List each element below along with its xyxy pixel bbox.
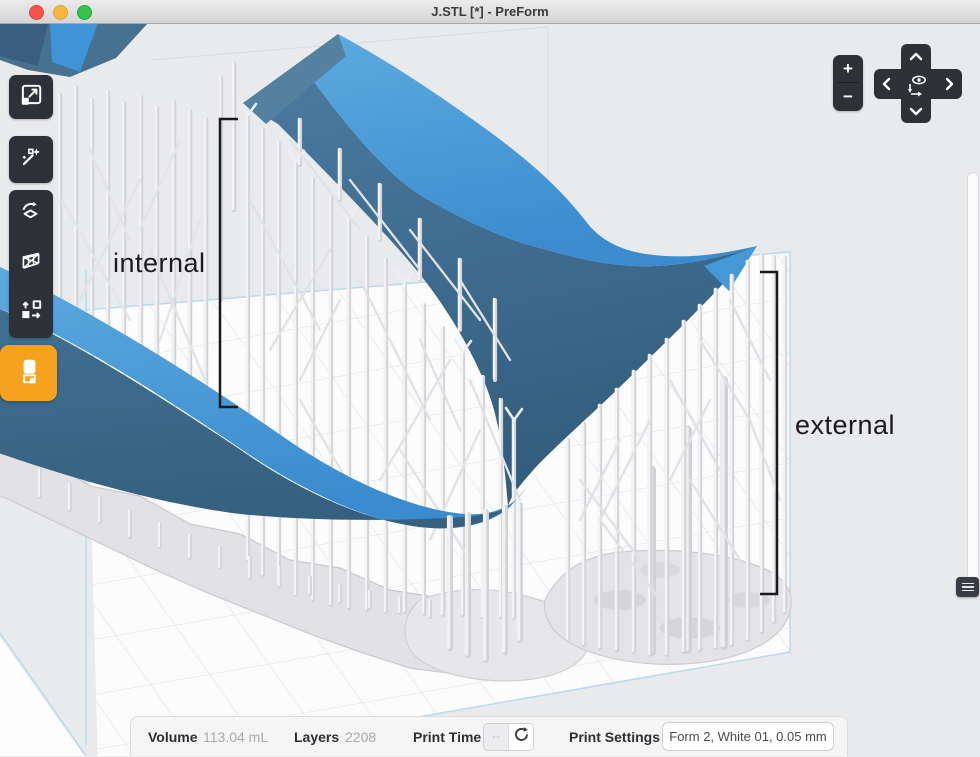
size-scale-tool-button[interactable] bbox=[9, 75, 53, 119]
zoom-out-button[interactable]: − bbox=[833, 83, 863, 110]
rotate-icon bbox=[18, 199, 44, 230]
one-click-print-tool-button[interactable] bbox=[9, 136, 53, 183]
zoom-in-button[interactable]: + bbox=[833, 55, 863, 82]
status-bar: Volume 113.04 mL Layers 2208 Print Time … bbox=[130, 716, 848, 756]
volume-label: Volume bbox=[148, 717, 198, 757]
close-window-button[interactable] bbox=[29, 5, 44, 20]
cartridge-print-icon bbox=[14, 356, 44, 391]
recalculate-print-time-button[interactable] bbox=[509, 724, 533, 750]
tool-group bbox=[9, 190, 53, 338]
volume-value: 113.04 mL bbox=[203, 717, 268, 757]
print-time-label: Print Time bbox=[413, 717, 481, 757]
layer-slider-handle[interactable] bbox=[956, 577, 979, 597]
window-title: J.STL [*] - PreForm bbox=[431, 4, 549, 19]
layout-icon bbox=[18, 297, 44, 328]
minimize-window-button[interactable] bbox=[53, 5, 68, 20]
refresh-icon bbox=[513, 726, 530, 748]
annotation-external: external bbox=[795, 410, 895, 441]
magic-wand-icon bbox=[18, 144, 44, 175]
layer-slider-track[interactable] bbox=[967, 172, 979, 590]
layers-value: 2208 bbox=[345, 717, 376, 757]
print-time-control: -- bbox=[483, 723, 534, 751]
print-settings-label: Print Settings bbox=[569, 717, 660, 757]
layout-tool-button[interactable] bbox=[9, 288, 53, 337]
view-dpad bbox=[872, 43, 964, 130]
layers-label: Layers bbox=[294, 717, 339, 757]
supports-tool-button[interactable] bbox=[9, 239, 53, 288]
supports-icon bbox=[18, 248, 44, 279]
print-settings-select[interactable]: Form 2, White 01, 0.05 mm bbox=[662, 722, 834, 751]
print-time-value: -- bbox=[484, 724, 509, 750]
orientation-tool-button[interactable] bbox=[9, 190, 53, 239]
fullscreen-window-button[interactable] bbox=[77, 5, 92, 20]
viewport-3d[interactable] bbox=[0, 0, 980, 756]
title-bar: J.STL [*] - PreForm bbox=[0, 0, 980, 24]
annotation-internal: internal bbox=[113, 248, 206, 279]
zoom-control: + − bbox=[833, 55, 863, 111]
print-job-tool-button[interactable] bbox=[0, 345, 57, 401]
scale-icon bbox=[18, 82, 44, 113]
